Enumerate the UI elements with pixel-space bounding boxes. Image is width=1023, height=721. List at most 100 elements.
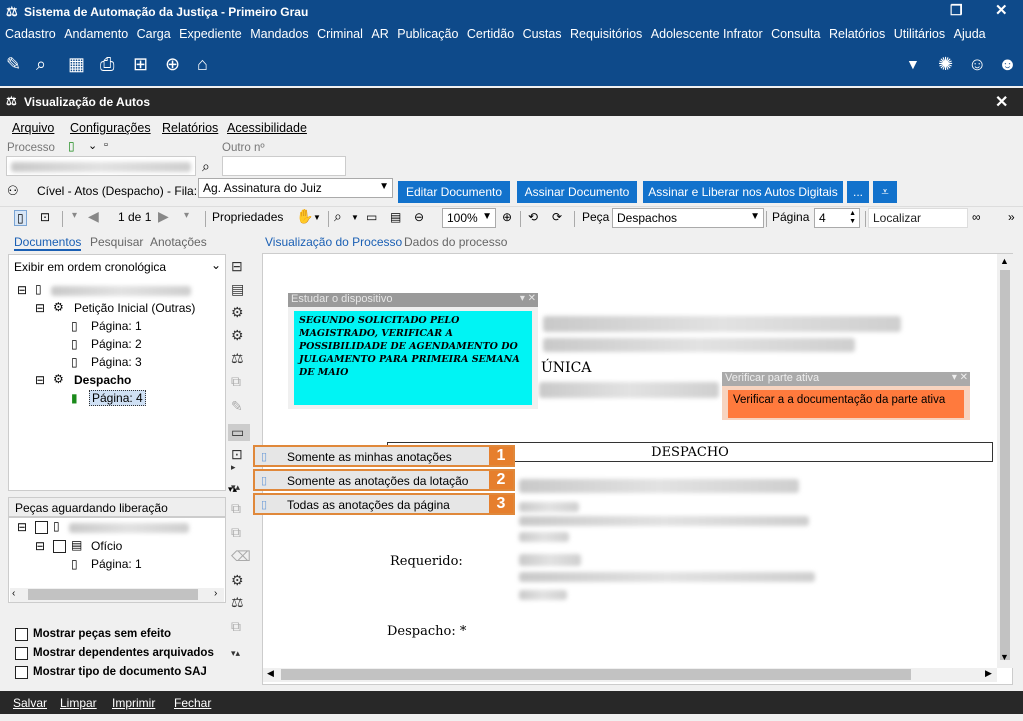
users-icon[interactable]: ☺ — [968, 54, 986, 75]
add-org-icon[interactable]: ⊕ — [165, 54, 180, 75]
page-mode-icon[interactable]: ⊡ — [40, 210, 50, 224]
rotate-left-icon[interactable]: ⟲ — [528, 210, 538, 224]
menu-ajuda[interactable]: Ajuda — [954, 27, 986, 41]
menu-cadastro[interactable]: Cadastro — [5, 27, 56, 41]
menu-certidao[interactable]: Certidão — [467, 27, 514, 41]
scroll-right-icon[interactable]: ▶ — [985, 668, 992, 679]
next-page-icon[interactable]: ▶ — [158, 208, 169, 225]
annotation-icon[interactable]: ▭ — [228, 424, 250, 441]
menu-ar[interactable]: AR — [371, 27, 388, 41]
mostrar-arquivados-checkbox[interactable] — [15, 647, 28, 660]
more-button[interactable]: ... — [847, 181, 869, 203]
menu-modal-relatorios[interactable]: Relatórios — [162, 121, 218, 135]
tab-anotacoes[interactable]: Anotações — [150, 235, 207, 249]
close-icon[interactable]: ✕ — [995, 1, 1008, 19]
pecas-hscroll[interactable]: ‹ › — [10, 588, 224, 602]
menu-criminal[interactable]: Criminal — [317, 27, 363, 41]
localizar-input[interactable]: Localizar — [868, 208, 968, 228]
tree-pagina-3[interactable]: Página: 3 — [91, 355, 142, 369]
note-close-icon[interactable]: ▾ ✕ — [952, 372, 968, 383]
pecas-scroll-thumb[interactable] — [28, 589, 198, 600]
annotation-toggle-icon[interactable]: ▯ — [14, 210, 27, 226]
assinar-liberar-button[interactable]: Assinar e Liberar nos Autos Digitais — [643, 181, 843, 203]
seal-icon[interactable]: ⚙ — [231, 304, 244, 321]
expand-arrow-icon[interactable]: ▸ — [231, 462, 236, 473]
stepper-icon[interactable]: ▲ ▼ — [849, 210, 856, 226]
tree-pagina-2[interactable]: Página: 2 — [91, 337, 142, 351]
menu-utilitarios[interactable]: Utilitários — [894, 27, 945, 41]
menu-item-minhas-anotacoes[interactable]: ▯ Somente as minhas anotações 1 — [253, 445, 515, 467]
pagina-stepper[interactable]: 4 ▲ ▼ — [814, 208, 860, 228]
tab-dados-processo[interactable]: Dados do processo — [404, 235, 507, 249]
scroll-arrows-icon[interactable]: ▾▴ — [231, 648, 240, 659]
mostrar-sem-efeito-label[interactable]: Mostrar peças sem efeito — [33, 628, 171, 640]
tree-pagina-4[interactable]: Página: 4 — [89, 390, 146, 406]
doc-hscroll-thumb[interactable] — [281, 669, 911, 680]
mostrar-tipo-checkbox[interactable] — [15, 666, 28, 679]
peca-select[interactable]: Despachos ▼ — [612, 208, 764, 228]
mostrar-sem-efeito-checkbox[interactable] — [15, 628, 28, 641]
oficio-checkbox[interactable] — [53, 540, 66, 553]
doc-hscroll[interactable]: ◀ ▶ — [263, 668, 997, 682]
limpar-button[interactable]: Limpar — [60, 696, 97, 710]
menu-carga[interactable]: Carga — [137, 27, 171, 41]
menu-adolescente-infrator[interactable]: Adolescente Infrator — [651, 27, 763, 41]
first-page-icon[interactable]: ▾ — [72, 210, 77, 221]
menu-andamento[interactable]: Andamento — [64, 27, 128, 41]
scroll-right-icon[interactable]: › — [214, 588, 217, 599]
tree-collapse-icon[interactable]: ⊟ — [35, 301, 45, 315]
calendar-icon[interactable]: ▦ — [68, 54, 85, 75]
assinar-documento-button[interactable]: Assinar Documento — [517, 181, 637, 203]
rotate-right-icon[interactable]: ⟳ — [552, 210, 562, 224]
pecas-checkbox[interactable] — [35, 521, 48, 534]
imprimir-button[interactable]: Imprimir — [112, 696, 155, 710]
list-icon[interactable]: ▤ — [231, 281, 244, 298]
mostrar-arquivados-label[interactable]: Mostrar dependentes arquivados — [33, 647, 214, 659]
tree-collapse-icon[interactable]: ⊟ — [35, 373, 45, 387]
menu-requisitorios[interactable]: Requisitórios — [570, 27, 642, 41]
annotation-filter-icon[interactable]: ⊡ — [231, 446, 243, 463]
fechar-button[interactable]: Fechar — [174, 696, 211, 710]
order-select[interactable]: Exibir em ordem cronológica ⌄ — [10, 258, 224, 278]
hand-icon[interactable]: ✋ — [296, 208, 313, 225]
zoom-in-icon[interactable]: ⊕ — [502, 210, 512, 224]
menu-consulta[interactable]: Consulta — [771, 27, 820, 41]
tree-collapse-icon[interactable]: ⊟ — [17, 283, 27, 297]
salvar-button[interactable]: Salvar — [13, 696, 47, 710]
mostrar-tipo-label[interactable]: Mostrar tipo de documento SAJ — [33, 666, 207, 678]
tree-oficio-pagina-1[interactable]: Página: 1 — [91, 557, 142, 571]
zoom-icon[interactable]: ⌕ — [334, 208, 342, 225]
menu-acessibilidade[interactable]: Acessibilidade — [227, 121, 307, 135]
zoom-dropdown-icon[interactable]: ▼ — [351, 213, 359, 222]
note-icon[interactable]: ▫ — [104, 139, 108, 151]
tree-peticao[interactable]: Petição Inicial (Outras) — [74, 301, 195, 315]
processo-input[interactable] — [6, 156, 196, 176]
propriedades-button[interactable]: Propriedades — [212, 210, 283, 224]
prev-page-icon[interactable]: ◀ — [88, 208, 99, 225]
tree-collapse-icon[interactable]: ⊟ — [17, 520, 27, 534]
scroll-up-icon[interactable]: ▲ — [1000, 256, 1009, 266]
menu-mandados[interactable]: Mandados — [250, 27, 308, 41]
binoculars-icon[interactable]: ∞ — [972, 210, 981, 224]
scroll-left-icon[interactable]: ◀ — [267, 668, 274, 679]
menu-item-anotacoes-lotacao[interactable]: ▯ Somente as anotações da lotação 2 — [253, 469, 515, 491]
collapse-icon[interactable]: ⩡ — [873, 181, 897, 203]
fit-width-icon[interactable]: ▭ — [366, 210, 377, 224]
hierarchy-icon[interactable]: ⊞ — [133, 54, 148, 75]
annotation-note-estudar[interactable]: Estudar o dispositivo ▾ ✕ SEGUNDO SOLICI… — [288, 293, 538, 409]
menu-arquivo[interactable]: Arquivo — [12, 121, 54, 135]
splitter-arrows-icon[interactable]: ▾▴ — [228, 484, 237, 495]
menu-publicacao[interactable]: Publicação — [397, 27, 458, 41]
tab-pesquisar[interactable]: Pesquisar — [90, 235, 143, 249]
zoom-select[interactable]: 100% ▼ — [442, 208, 496, 228]
scroll-left-icon[interactable]: ‹ — [12, 588, 15, 599]
menu-expediente[interactable]: Expediente — [179, 27, 242, 41]
inbox-icon[interactable]: ⌂ — [197, 54, 208, 75]
doc-vscroll[interactable]: ▲ ▼ — [997, 254, 1013, 668]
zoom-out-icon[interactable]: ⊖ — [414, 210, 424, 224]
doc-vscroll-thumb[interactable] — [1000, 270, 1010, 660]
last-page-icon[interactable]: ▾ — [184, 210, 189, 221]
tree-pagina-1[interactable]: Página: 1 — [91, 319, 142, 333]
edit-icon[interactable]: ✎ — [6, 54, 21, 75]
doc-green-icon[interactable]: ▯ — [68, 139, 75, 153]
